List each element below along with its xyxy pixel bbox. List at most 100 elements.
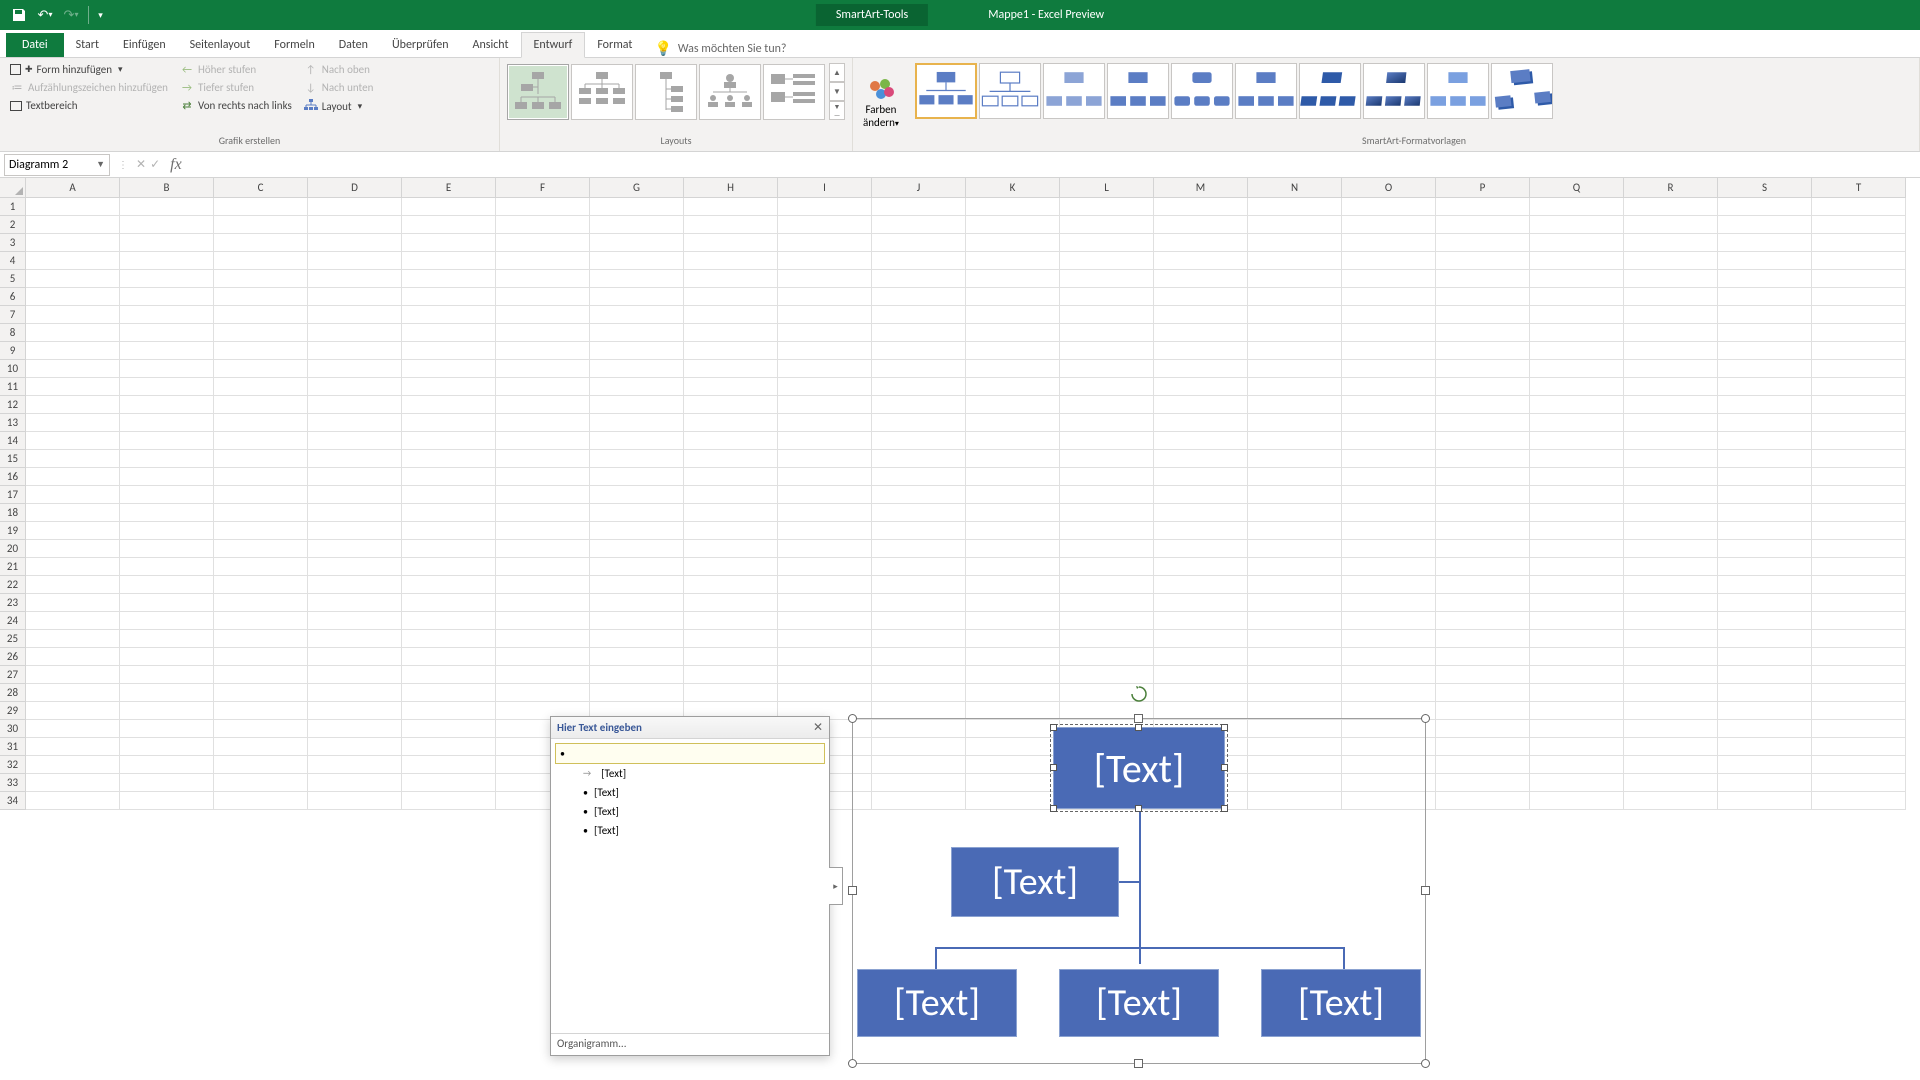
- cell[interactable]: [1624, 504, 1718, 522]
- cell[interactable]: [120, 432, 214, 450]
- cell[interactable]: [872, 270, 966, 288]
- cell[interactable]: [496, 648, 590, 666]
- text-pane-item-5[interactable]: •[Text]: [555, 821, 825, 840]
- cell[interactable]: [590, 522, 684, 540]
- cell[interactable]: [684, 198, 778, 216]
- cell[interactable]: [402, 486, 496, 504]
- row-header[interactable]: 33: [0, 774, 26, 792]
- row-header[interactable]: 9: [0, 342, 26, 360]
- cell[interactable]: [120, 702, 214, 720]
- cell[interactable]: [1248, 216, 1342, 234]
- cell[interactable]: [26, 198, 120, 216]
- cell[interactable]: [120, 468, 214, 486]
- cell[interactable]: [1718, 378, 1812, 396]
- cell[interactable]: [684, 378, 778, 396]
- cell[interactable]: [1342, 450, 1436, 468]
- cell[interactable]: [1436, 360, 1530, 378]
- cell[interactable]: [26, 648, 120, 666]
- cell[interactable]: [1530, 270, 1624, 288]
- cell[interactable]: [872, 630, 966, 648]
- cell[interactable]: [684, 396, 778, 414]
- cell[interactable]: [778, 378, 872, 396]
- cell[interactable]: [214, 504, 308, 522]
- cell[interactable]: [26, 486, 120, 504]
- cell[interactable]: [1718, 522, 1812, 540]
- cell[interactable]: [214, 792, 308, 810]
- cell[interactable]: [590, 432, 684, 450]
- smartart-node-top[interactable]: [Text]: [1053, 727, 1225, 809]
- cell[interactable]: [1624, 486, 1718, 504]
- cell[interactable]: [966, 486, 1060, 504]
- cell[interactable]: [496, 522, 590, 540]
- cell[interactable]: [120, 576, 214, 594]
- cell[interactable]: [1060, 576, 1154, 594]
- cell[interactable]: [308, 612, 402, 630]
- cell[interactable]: [1436, 468, 1530, 486]
- cell[interactable]: [1812, 378, 1906, 396]
- cell[interactable]: [26, 216, 120, 234]
- cell[interactable]: [1530, 288, 1624, 306]
- cell[interactable]: [402, 540, 496, 558]
- qat-customize-icon[interactable]: ▾: [88, 6, 106, 24]
- cell[interactable]: [1342, 378, 1436, 396]
- text-pane-header[interactable]: Hier Text eingeben ✕: [551, 717, 829, 739]
- cell[interactable]: [1624, 756, 1718, 774]
- layouts-more[interactable]: ▼—: [829, 101, 845, 120]
- cell[interactable]: [1812, 198, 1906, 216]
- chevron-down-icon[interactable]: ▼: [96, 159, 105, 170]
- cell[interactable]: [1718, 288, 1812, 306]
- cell[interactable]: [872, 342, 966, 360]
- cell[interactable]: [966, 630, 1060, 648]
- cell[interactable]: [402, 774, 496, 792]
- cell[interactable]: [1436, 558, 1530, 576]
- cell[interactable]: [214, 378, 308, 396]
- cell[interactable]: [684, 342, 778, 360]
- cell[interactable]: [1624, 360, 1718, 378]
- cell[interactable]: [1154, 486, 1248, 504]
- shape-handle[interactable]: [1135, 805, 1142, 812]
- cell[interactable]: [778, 576, 872, 594]
- tab-file[interactable]: Datei: [6, 33, 64, 57]
- cell[interactable]: [496, 342, 590, 360]
- cell[interactable]: [1060, 504, 1154, 522]
- row-header[interactable]: 30: [0, 720, 26, 738]
- cell[interactable]: [26, 666, 120, 684]
- cell[interactable]: [214, 468, 308, 486]
- cell[interactable]: [496, 216, 590, 234]
- cell[interactable]: [1812, 774, 1906, 792]
- cell[interactable]: [1530, 234, 1624, 252]
- cell[interactable]: [26, 450, 120, 468]
- cell[interactable]: [684, 306, 778, 324]
- cell[interactable]: [966, 378, 1060, 396]
- cell[interactable]: [26, 576, 120, 594]
- cell[interactable]: [1624, 198, 1718, 216]
- cell[interactable]: [120, 288, 214, 306]
- cell[interactable]: [308, 738, 402, 756]
- row-header[interactable]: 13: [0, 414, 26, 432]
- cell[interactable]: [872, 378, 966, 396]
- cell[interactable]: [308, 450, 402, 468]
- cell[interactable]: [402, 576, 496, 594]
- resize-handle[interactable]: [848, 714, 857, 723]
- cell[interactable]: [26, 702, 120, 720]
- cell[interactable]: [402, 702, 496, 720]
- column-header[interactable]: R: [1624, 178, 1718, 198]
- shape-handle[interactable]: [1050, 724, 1057, 731]
- cell[interactable]: [26, 252, 120, 270]
- column-header[interactable]: B: [120, 178, 214, 198]
- cell[interactable]: [872, 522, 966, 540]
- cell[interactable]: [120, 234, 214, 252]
- cell[interactable]: [1154, 396, 1248, 414]
- cell[interactable]: [1718, 594, 1812, 612]
- cell[interactable]: [308, 270, 402, 288]
- cell[interactable]: [1342, 360, 1436, 378]
- cell[interactable]: [308, 594, 402, 612]
- resize-handle[interactable]: [1134, 1059, 1143, 1068]
- cell[interactable]: [1342, 198, 1436, 216]
- cell[interactable]: [1624, 450, 1718, 468]
- cell[interactable]: [496, 432, 590, 450]
- cell[interactable]: [308, 234, 402, 252]
- text-pane-item-3[interactable]: •[Text]: [555, 783, 825, 802]
- cell[interactable]: [966, 234, 1060, 252]
- cell[interactable]: [684, 288, 778, 306]
